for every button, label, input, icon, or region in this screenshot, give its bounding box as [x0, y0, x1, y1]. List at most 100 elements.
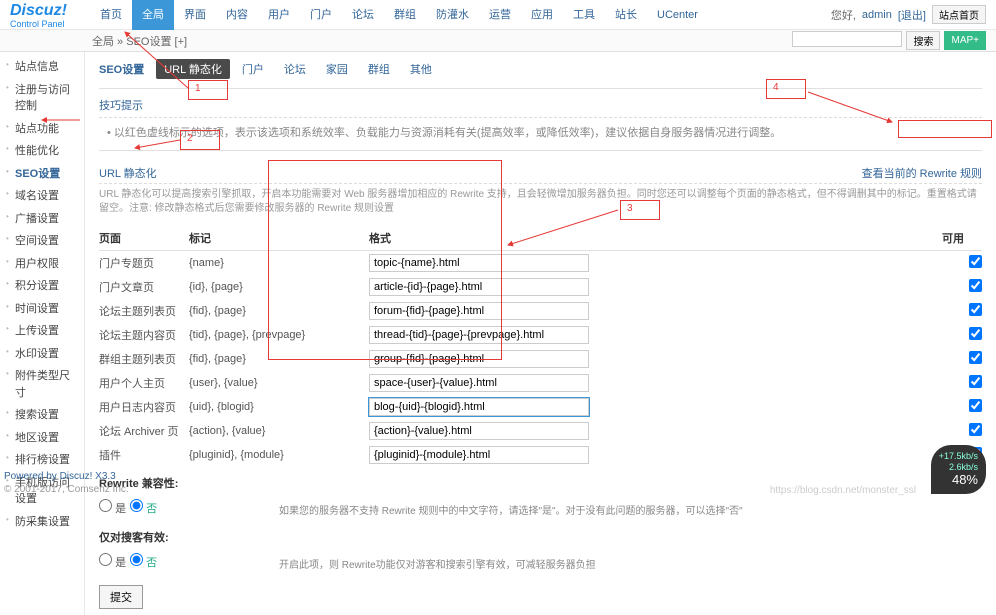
format-input[interactable]: [369, 422, 589, 440]
only-search-no[interactable]: 否: [130, 553, 157, 570]
format-input[interactable]: [369, 254, 589, 272]
view-rewrite-rules-link[interactable]: 查看当前的 Rewrite 规则: [862, 165, 982, 181]
compat-yes[interactable]: 是: [99, 499, 126, 516]
nav-tab-内容[interactable]: 内容: [216, 0, 258, 30]
cell-vars: {fid}, {page}: [189, 299, 369, 323]
sidebar-item[interactable]: 域名设置: [0, 185, 84, 208]
table-row: 门户专题页{name}: [99, 251, 982, 276]
site-home-button[interactable]: 站点首页: [932, 5, 986, 24]
nav-tab-全局[interactable]: 全局: [132, 0, 174, 30]
format-input[interactable]: [369, 302, 589, 320]
tip-title: 技巧提示: [99, 97, 982, 118]
enable-checkbox[interactable]: [969, 303, 982, 316]
nav-tabs: 首页全局界面内容用户门户论坛群组防灌水运营应用工具站长UCenter: [90, 0, 708, 30]
cell-vars: {pluginid}, {module}: [189, 443, 369, 467]
cell-page: 用户个人主页: [99, 371, 189, 395]
sub-tab[interactable]: 家园: [318, 59, 356, 79]
greeting: 您好,: [831, 7, 856, 23]
sidebar-item[interactable]: SEO设置: [0, 163, 84, 186]
speed-badge: +17.5kb/s 2.6kb/s 48%: [931, 445, 986, 494]
nav-tab-用户[interactable]: 用户: [258, 0, 300, 30]
table-row: 用户日志内容页{uid}, {blogid}: [99, 395, 982, 419]
sidebar-item[interactable]: 广播设置: [0, 208, 84, 231]
sub-tab[interactable]: 群组: [360, 59, 398, 79]
watermark: https://blog.csdn.net/monster_ssl: [770, 485, 916, 496]
format-input[interactable]: [369, 326, 589, 344]
th-page: 页面: [99, 226, 189, 251]
table-row: 论坛主题内容页{tid}, {page}, {prevpage}: [99, 323, 982, 347]
sidebar-item[interactable]: 地区设置: [0, 427, 84, 450]
cell-page: 群组主题列表页: [99, 347, 189, 371]
only-search-yes[interactable]: 是: [99, 553, 126, 570]
enable-checkbox[interactable]: [969, 399, 982, 412]
th-fmt: 格式: [369, 226, 942, 251]
admin-link[interactable]: admin: [862, 9, 892, 21]
sidebar-item[interactable]: 站点信息: [0, 56, 84, 79]
sidebar-item[interactable]: 防采集设置: [0, 511, 84, 534]
format-input[interactable]: [369, 374, 589, 392]
sidebar: 站点信息注册与访问控制站点功能性能优化SEO设置域名设置广播设置空间设置用户权限…: [0, 52, 85, 615]
nav-tab-首页[interactable]: 首页: [90, 0, 132, 30]
nav-tab-防灌水[interactable]: 防灌水: [426, 0, 479, 30]
sidebar-item[interactable]: 搜索设置: [0, 404, 84, 427]
cell-page: 论坛 Archiver 页: [99, 419, 189, 443]
nav-tab-群组[interactable]: 群组: [384, 0, 426, 30]
nav-tab-UCenter[interactable]: UCenter: [647, 0, 708, 30]
search-input[interactable]: [792, 31, 902, 47]
sidebar-item[interactable]: 附件类型尺寸: [0, 365, 84, 404]
nav-tab-工具[interactable]: 工具: [563, 0, 605, 30]
nav-tab-应用[interactable]: 应用: [521, 0, 563, 30]
cell-vars: {user}, {value}: [189, 371, 369, 395]
format-input[interactable]: [369, 398, 589, 416]
subtab-title: SEO设置: [99, 59, 152, 79]
sidebar-item[interactable]: 上传设置: [0, 320, 84, 343]
tip-text: 以红色虚线标示的选项，表示该选项和系统效率、负载能力与资源消耗有关(提高效率，或…: [99, 124, 982, 140]
nav-tab-门户[interactable]: 门户: [300, 0, 342, 30]
sidebar-item[interactable]: 注册与访问控制: [0, 79, 84, 118]
section-title: URL 静态化: [99, 165, 157, 181]
format-input[interactable]: [369, 446, 589, 464]
sidebar-item[interactable]: 水印设置: [0, 343, 84, 366]
sub-tab[interactable]: 其他: [402, 59, 440, 79]
enable-checkbox[interactable]: [969, 327, 982, 340]
nav-tab-站长[interactable]: 站长: [605, 0, 647, 30]
table-row: 论坛 Archiver 页{action}, {value}: [99, 419, 982, 443]
enable-checkbox[interactable]: [969, 279, 982, 292]
sidebar-item[interactable]: 排行榜设置: [0, 449, 84, 472]
enable-checkbox[interactable]: [969, 255, 982, 268]
nav-tab-界面[interactable]: 界面: [174, 0, 216, 30]
map-button[interactable]: MAP+: [944, 31, 986, 50]
format-input[interactable]: [369, 350, 589, 368]
sidebar-item[interactable]: 时间设置: [0, 298, 84, 321]
cell-vars: {action}, {value}: [189, 419, 369, 443]
th-vars: 标记: [189, 226, 369, 251]
enable-checkbox[interactable]: [969, 351, 982, 364]
sub-tab[interactable]: 门户: [234, 59, 272, 79]
sub-tab[interactable]: URL 静态化: [156, 59, 230, 79]
search-button[interactable]: 搜索: [906, 31, 940, 50]
only-search-label: 仅对搜客有效:: [99, 529, 169, 545]
sidebar-item[interactable]: 积分设置: [0, 275, 84, 298]
sub-tab[interactable]: 论坛: [276, 59, 314, 79]
compat-desc: 如果您的服务器不支持 Rewrite 规则中的中文字符，请选择"是"。对于没有此…: [279, 502, 982, 517]
logout-link[interactable]: [退出]: [898, 7, 926, 23]
sidebar-item[interactable]: 空间设置: [0, 230, 84, 253]
compat-no[interactable]: 否: [130, 499, 157, 516]
only-search-desc: 开启此项，则 Rewrite功能仅对游客和搜索引擎有效，可减轻服务器负担: [279, 556, 982, 571]
enable-checkbox[interactable]: [969, 423, 982, 436]
table-row: 用户个人主页{user}, {value}: [99, 371, 982, 395]
format-input[interactable]: [369, 278, 589, 296]
nav-tab-运营[interactable]: 运营: [479, 0, 521, 30]
cell-page: 用户日志内容页: [99, 395, 189, 419]
table-row: 插件{pluginid}, {module}: [99, 443, 982, 467]
sidebar-item[interactable]: 性能优化: [0, 140, 84, 163]
cell-vars: {tid}, {page}, {prevpage}: [189, 323, 369, 347]
sidebar-item[interactable]: 用户权限: [0, 253, 84, 276]
nav-tab-论坛[interactable]: 论坛: [342, 0, 384, 30]
cell-vars: {name}: [189, 251, 369, 276]
submit-button[interactable]: 提交: [99, 585, 143, 609]
cell-page: 论坛主题列表页: [99, 299, 189, 323]
sidebar-item[interactable]: 站点功能: [0, 118, 84, 141]
enable-checkbox[interactable]: [969, 375, 982, 388]
logo: Discuz! Control Panel: [0, 2, 80, 28]
